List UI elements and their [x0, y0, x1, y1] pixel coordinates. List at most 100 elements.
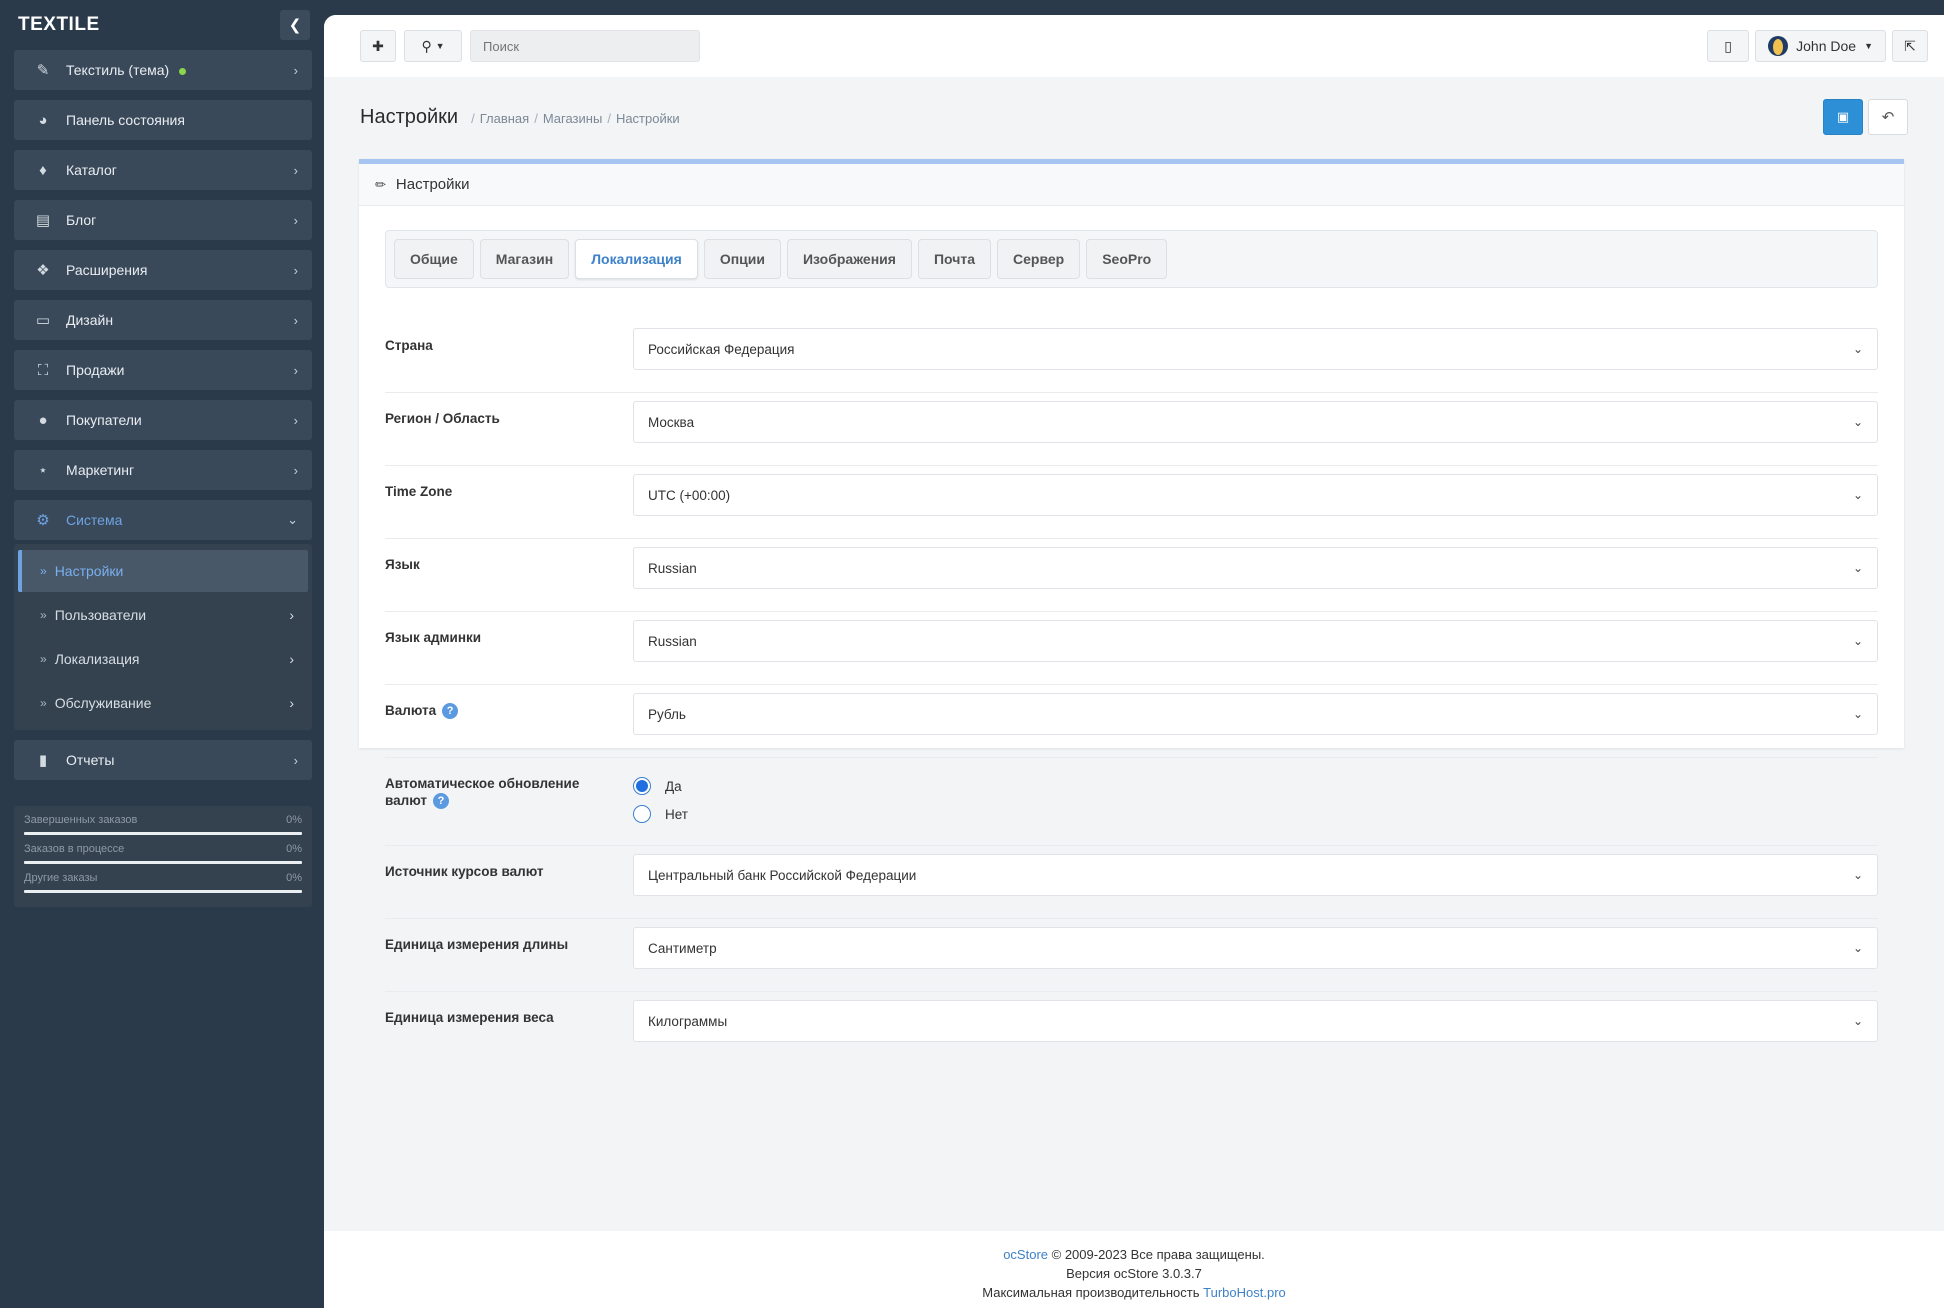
breadcrumb: / Главная / Магазины / Настройки: [471, 111, 680, 126]
chevron-right-icon: ›: [293, 162, 298, 178]
sidebar-item-label: Панель состояния: [66, 112, 185, 128]
bar-chart-icon: ▮: [38, 752, 48, 769]
chevron-right-icon: ›: [293, 212, 298, 228]
tab-seopro[interactable]: SeoPro: [1086, 239, 1168, 279]
submenu-item-label: Настройки: [54, 563, 124, 579]
tab-options[interactable]: Опции: [703, 239, 781, 279]
rate-source-select[interactable]: Центральный банк Российской Федерации ⌄: [633, 854, 1878, 896]
dashboard-icon: ◕: [38, 111, 48, 129]
country-select[interactable]: Российская Федерация ⌄: [633, 328, 1878, 370]
sidebar-item-theme[interactable]: ✎ Текстиль (тема) ›: [14, 50, 312, 90]
language-select[interactable]: Russian ⌄: [633, 547, 1878, 589]
tab-images[interactable]: Изображения: [786, 239, 912, 279]
order-stats: Завершенных заказов 0% Заказов в процессе…: [14, 806, 312, 907]
user-name: John Doe: [1796, 38, 1857, 54]
brand-title: TEXTILE: [18, 14, 100, 35]
eraser-icon: ▯: [1724, 37, 1732, 54]
sidebar-item-label: Покупатели: [66, 412, 142, 428]
user-icon: ●: [38, 411, 48, 429]
submenu-item-users[interactable]: » Пользователи ›: [18, 594, 308, 636]
tab-general[interactable]: Общие: [394, 239, 474, 279]
logout-button[interactable]: ⇱: [1892, 30, 1928, 62]
submenu-item-label: Локализация: [54, 651, 140, 667]
tab-server[interactable]: Сервер: [997, 239, 1081, 279]
sidebar-item-design[interactable]: ▭ Дизайн ›: [14, 300, 312, 340]
submenu-item-maintenance[interactable]: » Обслуживание ›: [18, 682, 308, 724]
region-select[interactable]: Москва ⌄: [633, 401, 1878, 443]
sidebar-item-sales[interactable]: ⛶ Продажи ›: [14, 350, 312, 390]
tab-localization[interactable]: Локализация: [575, 239, 698, 279]
sidebar-item-reports[interactable]: ▮ Отчеты ›: [14, 740, 312, 780]
form-row-currency: Валюта? Рубль ⌄: [385, 685, 1878, 758]
radio-no[interactable]: Нет: [633, 800, 1878, 828]
sidebar-item-blog[interactable]: ▤ Блог ›: [14, 200, 312, 240]
stat-processing: Заказов в процессе 0%: [24, 843, 302, 864]
tags-icon: ♦: [39, 161, 47, 179]
form-row-language: Язык Russian ⌄: [385, 539, 1878, 612]
stat-value: 0%: [286, 814, 302, 826]
back-button[interactable]: ↶: [1868, 99, 1908, 135]
chevron-down-icon: ⌄: [1852, 488, 1863, 502]
sidebar-item-customers[interactable]: ● Покупатели ›: [14, 400, 312, 440]
admin-language-select[interactable]: Russian ⌄: [633, 620, 1878, 662]
length-unit-select[interactable]: Сантиметр ⌄: [633, 927, 1878, 969]
breadcrumb-settings[interactable]: Настройки: [616, 111, 680, 126]
submenu-item-settings[interactable]: » Настройки: [18, 550, 308, 592]
sidebar: TEXTILE ❮ ✎ Текстиль (тема) › ◕ Панель с…: [4, 0, 322, 1308]
turbohost-link[interactable]: TurboHost.pro: [1203, 1285, 1286, 1300]
length-unit-label: Единица измерения длины: [385, 937, 569, 952]
chevron-right-icon: ›: [289, 651, 294, 667]
chevron-right-icon: ›: [293, 362, 298, 378]
chevron-down-icon: ⌄: [1852, 561, 1863, 575]
sidebar-item-label: Отчеты: [66, 752, 115, 768]
search-type-dropdown[interactable]: ⚲ ▼: [404, 30, 462, 62]
sidebar-item-label: Расширения: [66, 262, 148, 278]
sidebar-collapse-button[interactable]: ❮: [280, 10, 310, 40]
user-menu-button[interactable]: John Doe ▼: [1755, 30, 1886, 62]
page-header: Настройки / Главная / Магазины / Настрой…: [324, 77, 1944, 157]
ocstore-link[interactable]: ocStore: [1003, 1247, 1048, 1262]
submenu-item-label: Пользователи: [54, 607, 147, 623]
sidebar-item-extensions[interactable]: ❖ Расширения ›: [14, 250, 312, 290]
chevron-right-icon: ›: [293, 62, 298, 78]
localization-form: Страна Российская Федерация ⌄ Регион / Об…: [385, 320, 1878, 1065]
region-label: Регион / Область: [385, 411, 500, 426]
radio-yes[interactable]: Да: [633, 772, 1878, 800]
chevron-down-icon: ⌄: [1852, 415, 1863, 429]
help-icon[interactable]: ?: [442, 703, 459, 720]
sidebar-item-system[interactable]: ⚙ Система ⌄: [14, 500, 312, 540]
sidebar-item-marketing[interactable]: ⋆ Маркетинг ›: [14, 450, 312, 490]
save-button[interactable]: ▣: [1823, 99, 1863, 135]
add-button[interactable]: ✚: [360, 30, 396, 62]
admin-language-label: Язык админки: [385, 630, 482, 645]
timezone-select[interactable]: UTC (+00:00) ⌄: [633, 474, 1878, 516]
form-row-weight-unit: Единица измерения веса Килограммы ⌄: [385, 992, 1878, 1065]
stat-label: Завершенных заказов: [24, 814, 138, 826]
breadcrumb-stores[interactable]: Магазины: [543, 111, 603, 126]
stat-completed: Завершенных заказов 0%: [24, 814, 302, 835]
weight-unit-select[interactable]: Килограммы ⌄: [633, 1000, 1878, 1042]
submenu-item-localization[interactable]: » Локализация ›: [18, 638, 308, 680]
main-content: ✚ ⚲ ▼ ▯ John Doe ▼ ⇱ Настройки / Главная…: [324, 15, 1944, 1308]
cart-icon: ⛶: [37, 361, 49, 379]
tab-mail[interactable]: Почта: [917, 239, 991, 279]
sidebar-item-label: Дизайн: [66, 312, 114, 328]
currency-select[interactable]: Рубль ⌄: [633, 693, 1878, 735]
sidebar-item-catalog[interactable]: ♦ Каталог ›: [14, 150, 312, 190]
page-title: Настройки: [360, 105, 459, 128]
clear-cache-button[interactable]: ▯: [1707, 30, 1750, 62]
tab-store[interactable]: Магазин: [479, 239, 570, 279]
chevron-down-icon: ⌄: [1852, 1014, 1863, 1028]
gear-icon: ⚙: [36, 512, 50, 529]
country-label: Страна: [385, 338, 433, 353]
sidebar-item-dashboard[interactable]: ◕ Панель состояния: [14, 100, 312, 140]
breadcrumb-home[interactable]: Главная: [480, 111, 529, 126]
sidebar-item-label: Система: [66, 512, 123, 528]
double-chevron-icon: »: [40, 564, 47, 578]
radio-unchecked-icon: [633, 805, 651, 823]
edit-icon: ✎: [36, 62, 50, 79]
chevron-right-icon: ›: [293, 312, 298, 328]
help-icon[interactable]: ?: [433, 793, 450, 810]
search-input[interactable]: [470, 30, 700, 62]
monitor-icon: ▭: [35, 312, 51, 329]
